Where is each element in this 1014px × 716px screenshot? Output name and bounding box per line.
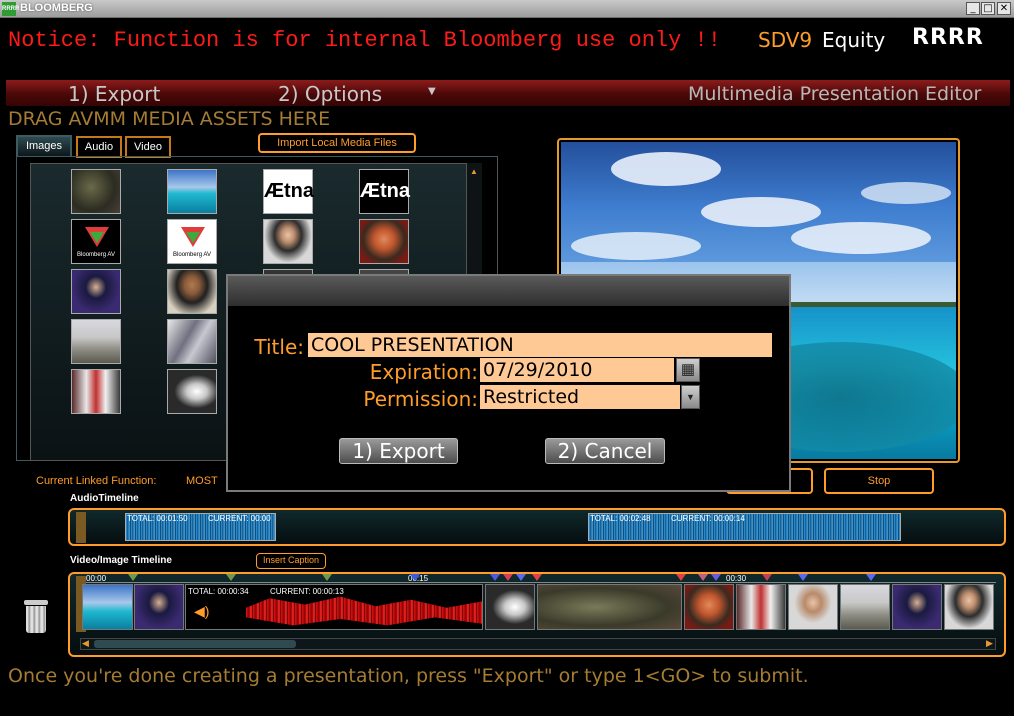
title-input[interactable]: COOL PRESENTATION <box>308 333 772 357</box>
video-clip-thumbnail[interactable] <box>892 584 942 630</box>
calendar-icon[interactable]: ▦ <box>676 358 700 382</box>
editor-title: Multimedia Presentation Editor <box>688 83 982 105</box>
minimize-button[interactable]: _ <box>966 2 980 15</box>
permission-select[interactable]: Restricted <box>480 385 680 409</box>
marker-icon[interactable] <box>711 574 721 581</box>
video-clip-thumbnail[interactable] <box>684 584 734 630</box>
dialog-title-bar[interactable] <box>228 276 789 306</box>
marker-icon[interactable] <box>866 574 876 581</box>
security-market: Equity <box>822 28 886 52</box>
audio-clip-current: CURRENT: 00:00 <box>208 514 271 523</box>
video-clip-thumbnail[interactable] <box>82 584 133 630</box>
marker-icon[interactable] <box>762 574 772 581</box>
marker-icon[interactable] <box>226 574 236 581</box>
timeline-scroll-thumb[interactable] <box>94 640 296 648</box>
video-clip-thumbnail[interactable] <box>944 584 994 630</box>
marker-icon[interactable] <box>532 574 542 581</box>
tab-audio[interactable]: Audio <box>76 136 122 158</box>
video-clip-thumbnail[interactable] <box>485 584 535 630</box>
user-badge: RRRR <box>912 25 984 50</box>
expiration-label: Expiration: <box>369 360 478 384</box>
trash-icon[interactable] <box>24 600 48 634</box>
export-dialog <box>226 274 791 492</box>
import-local-media-button[interactable]: Import Local Media Files <box>258 133 416 153</box>
bloomberg-app-icon: RRRR <box>2 2 19 16</box>
media-thumbnail[interactable] <box>167 369 217 414</box>
options-dropdown-icon[interactable]: ▼ <box>428 86 436 97</box>
video-clip-thumbnail[interactable] <box>134 584 184 630</box>
tab-images[interactable]: Images <box>16 135 72 157</box>
marker-icon[interactable] <box>410 574 420 581</box>
bloomberg-av-caption: Bloomberg AV <box>173 252 211 258</box>
chevron-down-icon[interactable]: ▼ <box>681 385 700 409</box>
marker-icon[interactable] <box>798 574 808 581</box>
video-timeline-label: Video/Image Timeline <box>70 555 172 566</box>
video-audio-total: TOTAL: 00:00:34 <box>188 587 249 596</box>
window-title-bar <box>0 0 1014 18</box>
insert-caption-button[interactable]: Insert Caption <box>256 553 326 569</box>
stop-button[interactable]: Stop <box>824 468 934 494</box>
bloomberg-window: RRRR BLOOMBERG _ □ ✕ Notice: Function is… <box>0 0 1014 716</box>
scroll-up-icon[interactable]: ▲ <box>470 167 478 176</box>
media-thumbnail[interactable] <box>71 169 121 214</box>
title-label: Title: <box>254 335 304 359</box>
video-audio-current: CURRENT: 00:00:13 <box>270 587 344 596</box>
media-thumbnail-aetna[interactable]: Ætna <box>263 169 314 214</box>
timeline-ruler <box>86 582 996 583</box>
menu-export[interactable]: 1) Export <box>68 82 160 106</box>
dialog-cancel-button[interactable]: 2) Cancel <box>545 438 665 464</box>
expiration-date-input[interactable]: 07/29/2010 <box>480 358 674 382</box>
marker-icon[interactable] <box>516 574 526 581</box>
scroll-left-icon[interactable]: ◀ <box>82 638 89 649</box>
media-thumbnail[interactable] <box>71 369 121 414</box>
media-thumbnail[interactable] <box>359 219 409 264</box>
permission-label: Permission: <box>363 387 478 411</box>
marker-icon[interactable] <box>503 574 513 581</box>
media-thumbnail-aetna-dark[interactable]: Ætna <box>359 169 410 214</box>
media-thumbnail[interactable] <box>263 219 313 264</box>
audio-timeline-label: AudioTimeline <box>70 493 139 504</box>
media-thumbnail-bloomberg-av-light[interactable]: Bloomberg AV <box>167 219 217 264</box>
close-button[interactable]: ✕ <box>997 2 1011 15</box>
marker-icon[interactable] <box>676 574 686 581</box>
scroll-right-icon[interactable]: ▶ <box>986 638 993 649</box>
internal-use-notice: Notice: Function is for internal Bloombe… <box>8 28 721 53</box>
marker-icon[interactable] <box>698 574 708 581</box>
video-clip-thumbnail[interactable] <box>736 584 786 630</box>
video-clip-thumbnail[interactable] <box>537 584 682 630</box>
media-thumbnail[interactable] <box>167 269 217 314</box>
window-title: BLOOMBERG <box>20 2 93 14</box>
media-thumbnail[interactable] <box>71 319 121 364</box>
bloomberg-av-caption: Bloomberg AV <box>77 252 115 258</box>
linked-function-label: Current Linked Function: <box>36 475 157 487</box>
marker-icon[interactable] <box>322 574 332 581</box>
menu-options[interactable]: 2) Options <box>278 82 382 106</box>
audio-playhead[interactable] <box>76 512 86 543</box>
marker-icon[interactable] <box>128 574 138 581</box>
maximize-button[interactable]: □ <box>981 2 995 15</box>
media-thumbnail[interactable] <box>167 319 217 364</box>
video-clip-thumbnail[interactable] <box>788 584 838 630</box>
dialog-export-button[interactable]: 1) Export <box>339 438 458 464</box>
marker-icon[interactable] <box>490 574 500 581</box>
security-ticker[interactable]: SDV9 <box>758 28 812 52</box>
video-clip-thumbnail[interactable] <box>840 584 890 630</box>
audio-clip-total: TOTAL: 00:02:48 <box>590 514 651 523</box>
media-thumbnail-bloomberg-av[interactable]: Bloomberg AV <box>71 219 121 264</box>
audio-clip-current: CURRENT: 00:00:14 <box>671 514 745 523</box>
speaker-icon: ◀) <box>194 603 210 619</box>
footer-instructions: Once you're done creating a presentation… <box>8 665 809 687</box>
drag-assets-label: DRAG AVMM MEDIA ASSETS HERE <box>8 108 331 130</box>
tab-video[interactable]: Video <box>125 136 171 158</box>
media-thumbnail[interactable] <box>167 169 217 214</box>
linked-function-value[interactable]: MOST <box>186 475 218 487</box>
audio-clip-total: TOTAL: 00:01:50 <box>127 514 188 523</box>
media-thumbnail[interactable] <box>71 269 121 314</box>
